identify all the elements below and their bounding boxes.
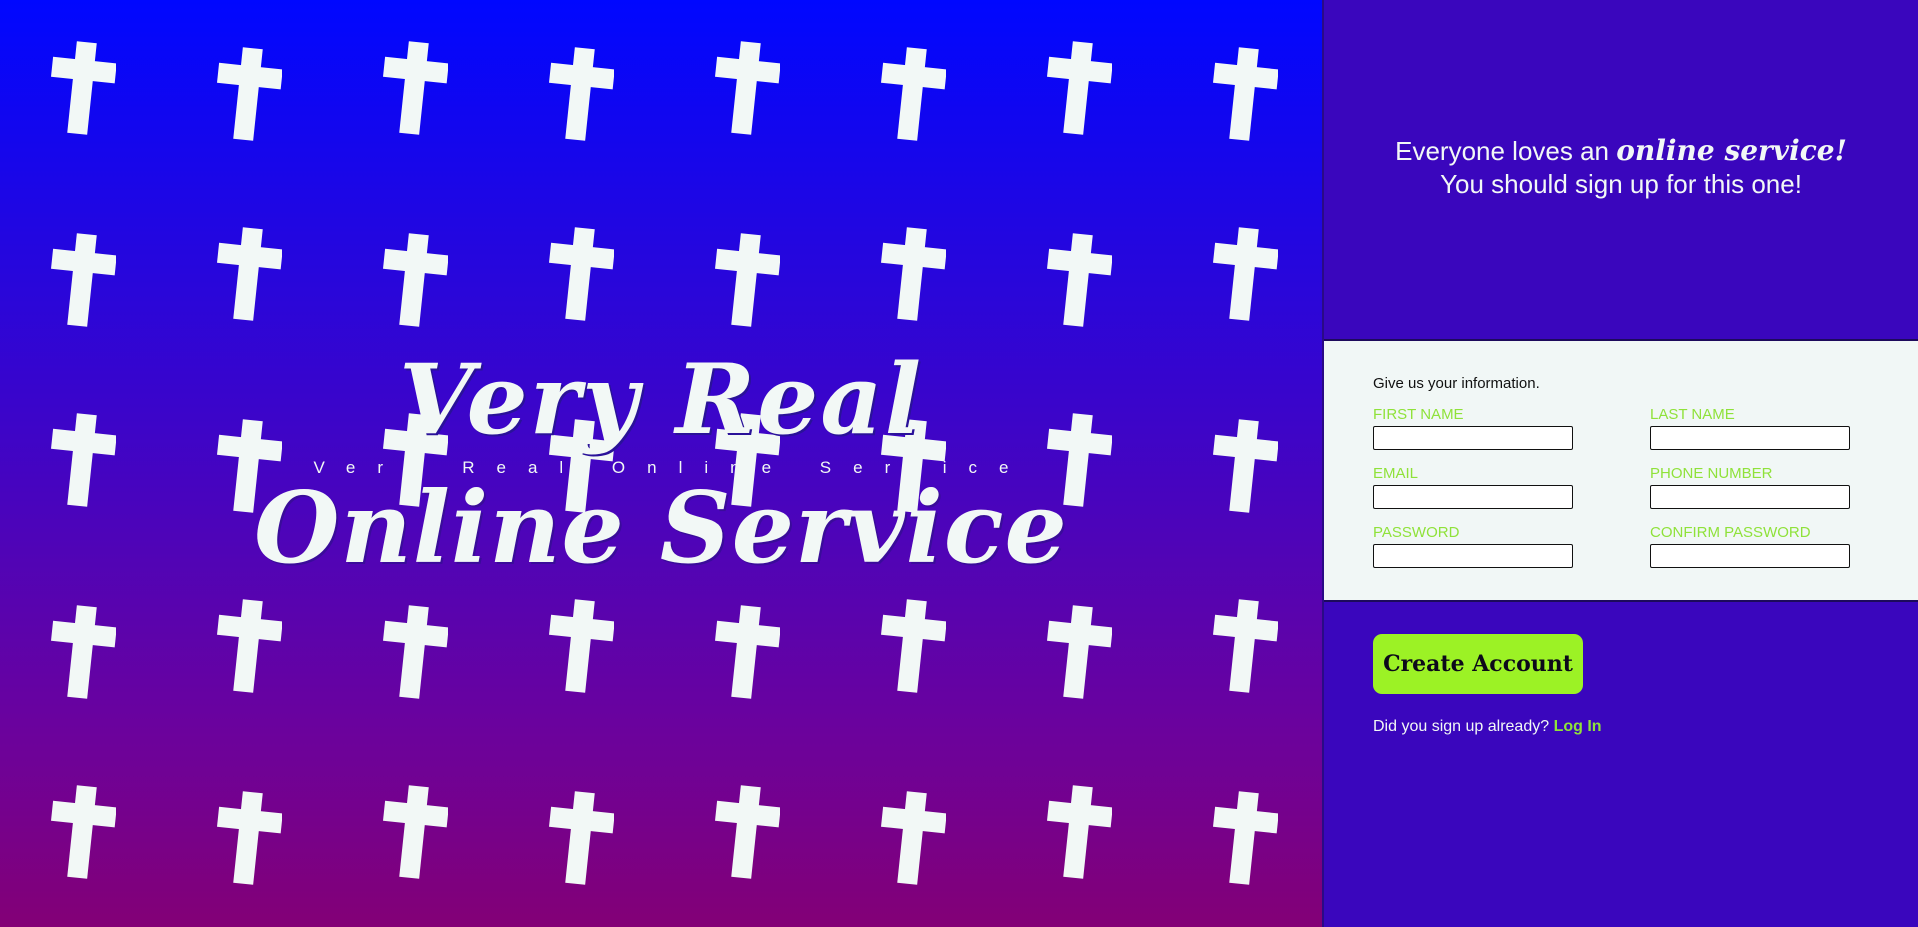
hero-panel: Very Real Very Real Online Service Onlin… [0,0,1322,927]
cross-icon [1044,604,1112,700]
cross-icon [48,412,116,508]
cross-icon [48,604,116,700]
signup-page: Very Real Very Real Online Service Onlin… [0,0,1918,927]
cross-icon [546,790,614,886]
cross-icon [878,598,946,694]
last-name-input[interactable] [1650,426,1850,450]
password-input[interactable] [1373,544,1573,568]
form-intro: Give us your information. [1373,375,1540,392]
signin-prompt-text: Did you sign up already? [1373,718,1554,735]
cross-icon [1044,40,1112,136]
email-input[interactable] [1373,485,1573,509]
create-account-button[interactable]: Create Account [1373,634,1583,694]
first-name-input[interactable] [1373,426,1573,450]
signup-sidebar: Everyone loves an online service! You sh… [1322,0,1918,927]
cross-icon [712,232,780,328]
cross-icon [1044,412,1112,508]
cross-icon [546,46,614,142]
cross-icon [878,46,946,142]
cross-icon [878,790,946,886]
cross-icon [48,40,116,136]
password-field: Password [1373,524,1573,568]
cross-icon [1044,784,1112,880]
phone-input[interactable] [1650,485,1850,509]
last-name-field: Last Name [1650,406,1850,450]
cross-icon [878,418,946,514]
confirm-password-input[interactable] [1650,544,1850,568]
cross-icon [380,40,448,136]
cross-icon [546,418,614,514]
promo-line1-prefix: Everyone loves an [1395,136,1617,166]
first-name-field: First Name [1373,406,1573,450]
confirm-password-field: Confirm Password [1650,524,1850,568]
promo-line2: You should sign up for this one! [1440,169,1802,199]
confirm-password-label: Confirm Password [1650,524,1811,541]
promo-text: Everyone loves an online service! You sh… [1324,134,1918,201]
cross-icon [1210,418,1278,514]
cross-icon [712,604,780,700]
promo-line1: Everyone loves an online service! [1324,134,1918,168]
cross-icon [1210,790,1278,886]
cross-icon [878,226,946,322]
cross-icon [1210,46,1278,142]
cross-icon [712,412,780,508]
cross-icon [214,790,282,886]
cross-icon [546,226,614,322]
cross-icon [48,232,116,328]
cross-icon [1210,226,1278,322]
cross-icon [380,604,448,700]
first-name-label: First Name [1373,406,1464,423]
email-field: Email [1373,465,1573,509]
cross-icon [214,598,282,694]
cross-icon [214,46,282,142]
cross-icon [1044,232,1112,328]
last-name-label: Last Name [1650,406,1735,423]
cross-icon [712,784,780,880]
cross-icon [1210,598,1278,694]
phone-label: Phone Number [1650,465,1773,482]
cross-icon [48,784,116,880]
signup-form: Give us your information. First Name Las… [1324,339,1918,602]
email-label: Email [1373,465,1419,482]
cross-icon [380,784,448,880]
login-link[interactable]: Log In [1554,718,1602,735]
phone-field: Phone Number [1650,465,1850,509]
cross-icon [546,598,614,694]
cross-pattern [0,0,1322,927]
promo-line1-accent: online service! [1616,134,1847,167]
cross-icon [214,226,282,322]
cross-icon [380,412,448,508]
signin-prompt: Did you sign up already? Log In [1373,718,1602,736]
password-label: Password [1373,524,1460,541]
cross-icon [380,232,448,328]
cross-icon [712,40,780,136]
cross-icon [214,418,282,514]
